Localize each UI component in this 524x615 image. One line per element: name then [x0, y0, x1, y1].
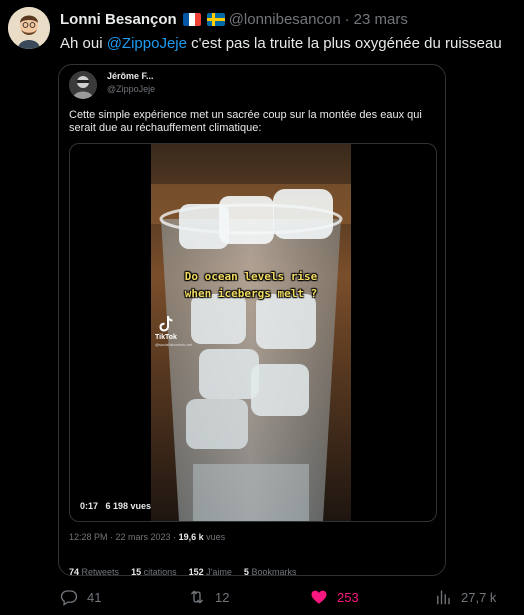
glass-of-ice-image [151, 144, 351, 521]
stat-citations[interactable]: 15 citations [131, 567, 177, 576]
stat-count: 5 [243, 567, 249, 576]
mention-link[interactable]: @ZippoJeje [107, 35, 187, 52]
quoted-tweet[interactable]: Jérôme F... @ZippoJeje Cette simple expé… [58, 64, 446, 576]
author-name[interactable]: Lonni Besançon [60, 11, 177, 28]
separator-dot: · [344, 10, 350, 28]
quoted-view-count: 19,6 k [178, 532, 204, 542]
stat-label: Retweets [81, 567, 120, 576]
quoted-author-name[interactable]: Jérôme F... [107, 71, 154, 81]
video-views: 6 198 vues [105, 501, 152, 511]
stat-label: Bookmarks [251, 567, 297, 576]
tiktok-icon [159, 316, 173, 332]
stat-retweets[interactable]: 74 Retweets [69, 567, 120, 576]
video-frame[interactable]: Do ocean levels rise when icebergs melt … [151, 144, 351, 521]
views-count: 27,7 k [461, 589, 497, 605]
sweden-flag-icon [206, 12, 225, 26]
reply-count: 41 [87, 589, 102, 605]
stat-bookmarks[interactable]: 5 Bookmarks [243, 567, 297, 576]
quoted-tweet-text: Cette simple expérience met un sacrée co… [69, 109, 422, 134]
video-caption: Do ocean levels rise when icebergs melt … [184, 270, 318, 300]
stat-count: 152 [188, 567, 204, 576]
views-button[interactable]: 27,7 k [434, 588, 496, 606]
quoted-author-handle[interactable]: @ZippoJeje [107, 84, 155, 94]
retweet-icon [191, 590, 203, 604]
retweet-count: 12 [215, 589, 230, 605]
quoted-meta: 12:28 PM · 22 mars 2023 · 19,6 k vues [69, 532, 225, 542]
tweet-text-before: Ah oui [60, 35, 107, 52]
author-handle[interactable]: @lonnibesancon [229, 11, 341, 28]
video-duration: 0:17 [80, 501, 99, 511]
video-player[interactable]: Do ocean levels rise when icebergs melt … [69, 143, 437, 522]
tweet-text: Ah oui @ZippoJeje c'est pas la truite la… [60, 34, 502, 54]
quoted-time-date[interactable]: 12:28 PM · 22 mars 2023 · [69, 532, 179, 542]
reply-icon [60, 590, 78, 606]
like-count: 253 [337, 589, 359, 605]
stat-count: 15 [131, 567, 142, 576]
stat-label: J'aime [206, 567, 232, 576]
like-button[interactable]: 253 [310, 588, 359, 606]
tweet-date[interactable]: 23 mars [354, 11, 408, 28]
tiktok-username: @sociallabuninfo.net [155, 342, 193, 347]
stat-label: citations [143, 567, 177, 576]
tweet-header: Lonni Besançon @lonnibesancon · 23 mars [60, 9, 408, 29]
quoted-view-label: vues [203, 532, 226, 542]
views-icon [437, 590, 450, 605]
action-bar: 41 12 253 27,7 k [58, 588, 498, 610]
quoted-author-avatar[interactable] [69, 71, 97, 99]
video-duration-views: 0:17 6 198 vues [80, 501, 151, 511]
retweet-button[interactable]: 12 [188, 588, 229, 606]
author-avatar[interactable] [8, 7, 50, 49]
reply-button[interactable]: 41 [60, 588, 101, 606]
stat-count: 74 [69, 567, 80, 576]
stat-likes[interactable]: 152 J'aime [188, 567, 232, 576]
tweet-text-after: c'est pas la truite la plus oxygénée du … [186, 35, 502, 52]
tiktok-watermark: TikTok [155, 334, 177, 341]
like-icon [311, 590, 327, 604]
france-flag-icon [182, 12, 201, 26]
quoted-stats: 74 Retweets 15 citations 152 J'aime 5 Bo… [69, 567, 297, 576]
